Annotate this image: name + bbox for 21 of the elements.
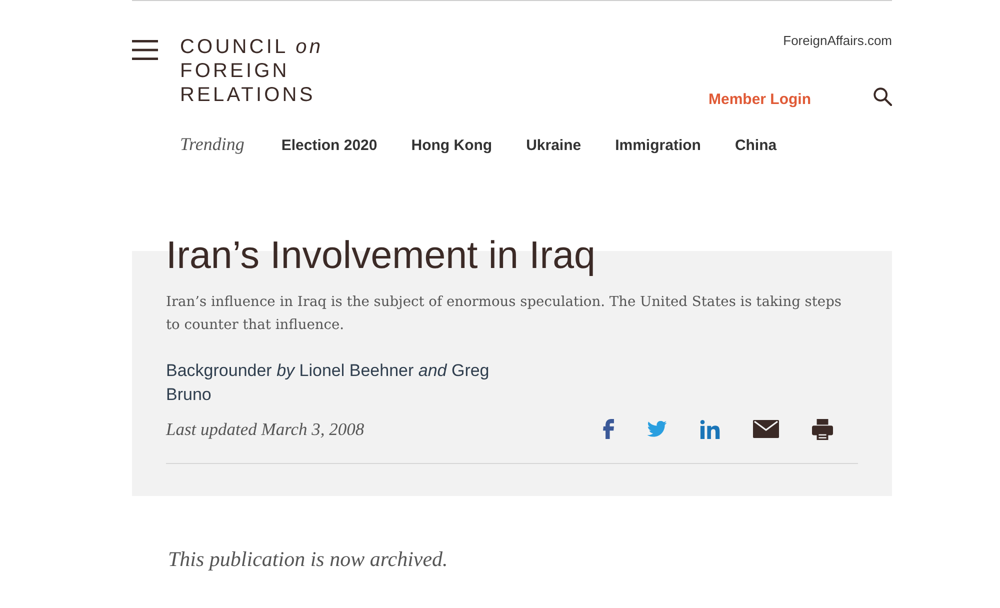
trending-label: Trending [180,134,244,155]
menu-icon[interactable] [132,40,158,60]
linkedin-icon[interactable] [700,420,720,438]
foreign-affairs-link[interactable]: ForeignAffairs.com [783,32,892,50]
archived-notice: This publication is now archived. [168,546,449,572]
facebook-icon[interactable] [603,419,614,439]
topic-link[interactable]: Immigration [615,137,701,154]
site-logo[interactable]: COUNCIL on FOREIGN RELATIONS [180,35,324,107]
printer-icon[interactable] [812,418,833,440]
byline: Backgrounder by Lionel Beehner and Greg Bruno [166,360,490,406]
last-updated-date: Last updated March 3, 2008 [166,418,364,441]
topic-link[interactable]: Hong Kong [411,137,492,154]
article-title: Iran’s Involvement in Iraq [166,233,596,279]
topic-link[interactable]: Ukraine [526,137,582,154]
bird-icon[interactable] [647,421,667,437]
article-summary: Iran’s influence in Iraq is the subject of enormous speculation. The United States is taking steps to counter that influence. [166,293,843,335]
search-icon[interactable] [873,86,892,106]
member-login-link[interactable]: Member Login [708,90,811,110]
topic-link[interactable]: Election 2020 [281,137,378,154]
topic-link[interactable]: China [734,137,777,154]
envelope-icon[interactable] [753,420,779,438]
